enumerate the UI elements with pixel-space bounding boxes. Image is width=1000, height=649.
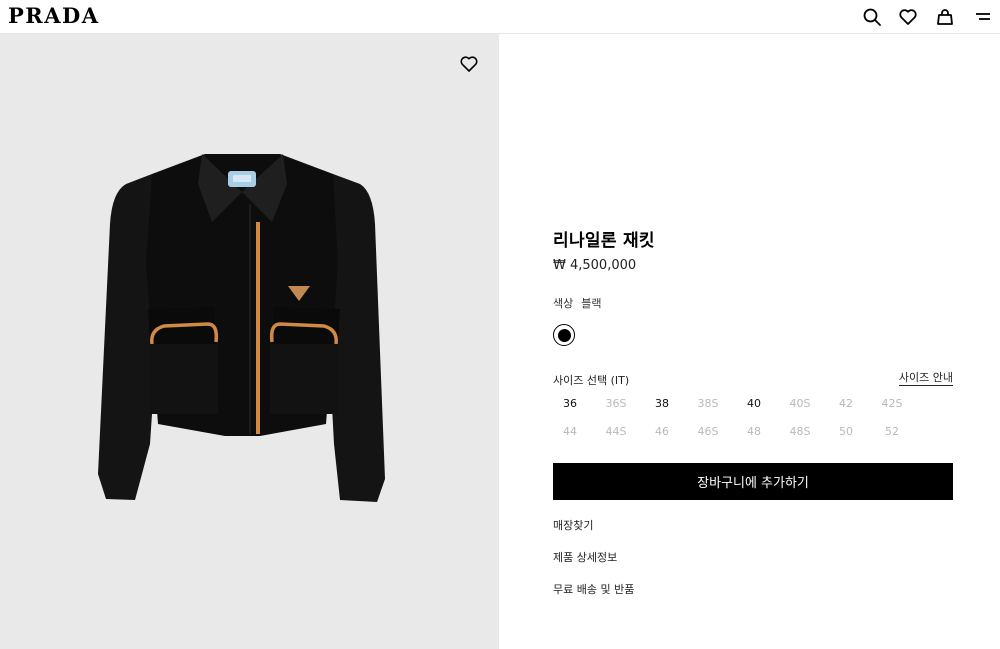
swatch-dot [557,328,571,342]
menu-icon[interactable] [973,7,993,27]
size-option[interactable]: 48S [777,422,823,450]
size-option[interactable]: 46S [685,422,731,450]
size-option[interactable]: 44S [593,422,639,450]
product-image-panel [0,34,499,649]
favorite-heart-icon[interactable] [459,54,479,74]
product-title: 리나일론 재킷 [553,231,655,251]
product-details-link[interactable]: 제품 상세정보 [553,549,617,565]
shipping-returns-link[interactable]: 무료 배송 및 반품 [553,581,634,597]
product-price: ₩ 4,500,000 [553,258,637,273]
size-option[interactable]: 42S [869,394,915,422]
size-option[interactable]: 36 [547,394,593,422]
add-to-cart-button[interactable]: 장바구니에 추가하기 [553,463,953,500]
size-option[interactable]: 40 [731,394,777,422]
size-option[interactable]: 36S [593,394,639,422]
size-option[interactable]: 48 [731,422,777,450]
color-value: 블랙 [581,297,602,310]
store-locator-link[interactable]: 매장찾기 [553,517,593,533]
color-label: 색상 [553,297,574,310]
product-info-panel: 리나일론 재킷 ₩ 4,500,000 색상 블랙 사이즈 선택 (IT) 사이즈… [499,34,1000,649]
heart-icon[interactable] [898,7,918,27]
size-select-label: 사이즈 선택 (IT) [553,374,630,387]
size-option[interactable]: 38S [685,394,731,422]
size-option[interactable]: 40S [777,394,823,422]
color-info: 색상 블랙 [553,295,602,311]
bag-icon[interactable] [935,7,955,27]
size-option[interactable]: 38 [639,394,685,422]
size-guide-link[interactable]: 사이즈 안내 [898,371,953,386]
size-option[interactable]: 52 [869,422,915,450]
prada-logo[interactable]: PRADA [8,3,100,29]
site-header: PRADA [0,0,1000,34]
size-option[interactable]: 50 [823,422,869,450]
size-option[interactable]: 44 [547,422,593,450]
color-swatch-black[interactable] [553,324,575,346]
search-icon[interactable] [862,7,882,27]
size-option[interactable]: 42 [823,394,869,422]
product-image [98,154,385,502]
size-option[interactable]: 46 [639,422,685,450]
size-grid: 36 36S 38 38S 40 40S 42 42S 44 44S 46 46… [547,394,963,450]
